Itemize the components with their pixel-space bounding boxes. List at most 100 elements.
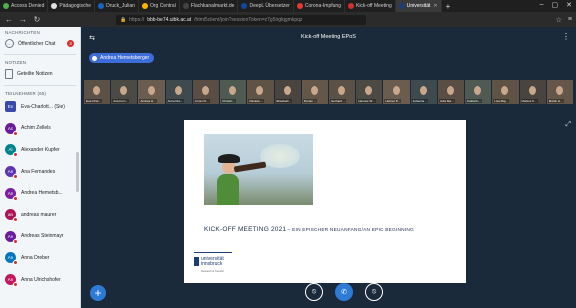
bookmark-icon[interactable]: ☆ bbox=[556, 16, 562, 24]
forward-icon[interactable]: → bbox=[18, 15, 28, 24]
address-bar[interactable]: 🔒 https://bbb-be74.uibk.ac.at/html5clien… bbox=[116, 14, 366, 25]
webcam-name-label: Martin H... bbox=[547, 99, 564, 103]
shared-notes-item[interactable]: Geteilte Notizen bbox=[0, 65, 80, 83]
more-options-icon[interactable]: ⋮ bbox=[562, 32, 570, 41]
webcam-name-label: Eva-Char... bbox=[85, 99, 103, 103]
lock-icon: 🔒 bbox=[120, 16, 127, 23]
participant-video bbox=[338, 86, 346, 95]
browser-tab-active[interactable]: Universität ✕ bbox=[395, 0, 442, 12]
webcam-tile[interactable]: Johanna ... bbox=[410, 80, 437, 104]
webcam-tile[interactable]: Andrea H... bbox=[138, 80, 165, 104]
user-list-item[interactable]: Ev Eva-Charlott... (Sie) bbox=[0, 96, 80, 118]
current-speaker-badge: Andrea Hemetsberger bbox=[89, 53, 155, 63]
user-list-item[interactable]: An Anna Ulrichshofer bbox=[0, 269, 80, 291]
browser-tab[interactable]: Pädagogische bbox=[48, 0, 96, 12]
browser-nav-bar: ← → ↻ 🔒 https://bbb-be74.uibk.ac.at/html… bbox=[0, 12, 576, 27]
actions-plus-button[interactable]: + bbox=[90, 285, 106, 301]
fullscreen-icon[interactable]: ⤢ bbox=[565, 121, 571, 129]
webcam-tile[interactable]: Martin H... bbox=[546, 80, 573, 104]
webcam-name-label: Helmut P... bbox=[384, 99, 401, 103]
favicon-icon bbox=[98, 3, 105, 9]
phone-icon: ✆ bbox=[341, 289, 347, 296]
back-icon[interactable]: ← bbox=[4, 15, 14, 24]
webcam-tile[interactable]: Gerhard ... bbox=[328, 80, 356, 104]
presentation-slide: KICK-OFF MEETING 2021 – EIN EPISCHER NEU… bbox=[184, 120, 466, 283]
user-list-scrollbar[interactable] bbox=[76, 152, 79, 192]
muted-mic-icon bbox=[13, 217, 18, 223]
mute-mic-button[interactable]: ⦸ bbox=[305, 283, 323, 301]
webcam-tile[interactable]: Helmut P... bbox=[383, 80, 410, 104]
webcam-tile[interactable]: Markus K... bbox=[519, 80, 546, 104]
new-tab-icon[interactable]: + bbox=[442, 2, 455, 11]
webcam-name-label: Christin... bbox=[221, 99, 236, 103]
user-list-item[interactable]: An Andrea Hemetsb... bbox=[0, 182, 80, 204]
close-icon[interactable]: ✕ bbox=[433, 3, 437, 9]
camera-button[interactable]: ⦸ bbox=[365, 283, 383, 301]
webcam-tile[interactable]: Ana Fern... bbox=[111, 80, 138, 104]
muted-mic-icon bbox=[13, 152, 18, 158]
audio-button[interactable]: ✆ bbox=[335, 283, 353, 301]
webcam-tile[interactable]: Katharin... bbox=[465, 80, 492, 104]
webcam-name-label: Lisa Maj... bbox=[493, 99, 509, 103]
browser-tab[interactable]: Org Central bbox=[139, 0, 180, 12]
participant-video bbox=[120, 86, 128, 95]
user-list-item[interactable]: Al Alexander Kupfer bbox=[0, 139, 80, 161]
mic-off-icon: ⦸ bbox=[311, 288, 317, 295]
avatar: Ev bbox=[5, 101, 16, 113]
muted-mic-icon bbox=[13, 130, 18, 136]
webcam-tile[interactable]: Julia Ma... bbox=[437, 80, 465, 104]
divider bbox=[4, 85, 76, 86]
favicon-icon bbox=[51, 3, 58, 9]
avatar: Ac bbox=[5, 122, 18, 136]
webcam-tile[interactable]: Florian ... bbox=[301, 80, 328, 104]
webcam-tile[interactable]: Christin... bbox=[220, 80, 247, 104]
webcam-tile[interactable]: Eva-Char... bbox=[84, 80, 111, 104]
participant-video bbox=[256, 86, 264, 95]
participant-video bbox=[392, 86, 400, 95]
slide-photo bbox=[204, 134, 313, 205]
webcam-name-label: Daniela ... bbox=[248, 99, 264, 103]
logo-mark-icon bbox=[194, 257, 199, 266]
logo-rule bbox=[194, 252, 232, 253]
favicon-icon bbox=[3, 3, 9, 9]
webcam-tile[interactable]: Anna Dre... bbox=[165, 80, 192, 104]
user-list-item[interactable]: An Anna Dreber bbox=[0, 247, 80, 269]
browser-tab-bar: Access Denied Pädagogische Druck_Julian … bbox=[0, 0, 576, 12]
browser-tab[interactable]: Flachkanalmarkt.de bbox=[180, 0, 239, 12]
webcam-name-label: Julia Ma... bbox=[438, 99, 455, 103]
participant-video bbox=[419, 86, 427, 95]
webcam-tile[interactable]: Daniela ... bbox=[247, 80, 274, 104]
browser-tab[interactable]: Kick-off Meeting bbox=[345, 0, 396, 12]
participant-video bbox=[310, 86, 318, 95]
muted-mic-icon bbox=[13, 260, 18, 266]
browser-tab[interactable]: Druck_Julian bbox=[95, 0, 139, 12]
close-window-icon[interactable]: ✕ bbox=[566, 1, 572, 9]
public-chat-item[interactable]: … Öffentlicher Chat 3 bbox=[0, 35, 80, 52]
webcam-name-label: Armin Kl... bbox=[193, 99, 210, 103]
user-list-item[interactable]: An Ana Fernandes bbox=[0, 161, 80, 183]
participant-video bbox=[474, 86, 482, 95]
webcam-tile[interactable]: Elisabeth... bbox=[274, 80, 301, 104]
messages-header: NACHRICHTEN bbox=[5, 30, 40, 35]
menu-icon[interactable]: ≡ bbox=[568, 16, 572, 24]
maximize-icon[interactable]: ▢ bbox=[552, 1, 559, 9]
slide-title: KICK-OFF MEETING 2021 – EIN EPISCHER NEU… bbox=[204, 226, 414, 233]
browser-tab[interactable]: Access Denied bbox=[0, 0, 49, 12]
camera-off-icon: ⦸ bbox=[371, 288, 377, 295]
browser-tab[interactable]: Corona-Impfung bbox=[294, 0, 345, 12]
chat-icon: … bbox=[5, 39, 14, 48]
webcam-name-label: Elisabeth... bbox=[275, 99, 293, 103]
participant-video bbox=[447, 86, 455, 95]
participant-video bbox=[283, 86, 291, 95]
webcam-tile[interactable]: Armin Kl... bbox=[192, 80, 220, 104]
minimize-icon[interactable]: – bbox=[540, 1, 544, 9]
notes-icon bbox=[5, 69, 13, 79]
user-list-item[interactable]: an andreas maurer bbox=[0, 204, 80, 226]
webcam-name-label: Hannes W... bbox=[357, 99, 376, 103]
webcam-tile[interactable]: Lisa Maj... bbox=[492, 80, 519, 104]
user-list-item[interactable]: An Andreas Steinmayr bbox=[0, 226, 80, 248]
browser-tab[interactable]: DeepL Übersetzer bbox=[238, 0, 294, 12]
webcam-tile[interactable]: Hannes W... bbox=[356, 80, 383, 104]
user-list-item[interactable]: Ac Achim Zellels bbox=[0, 118, 80, 140]
reload-icon[interactable]: ↻ bbox=[32, 15, 42, 24]
